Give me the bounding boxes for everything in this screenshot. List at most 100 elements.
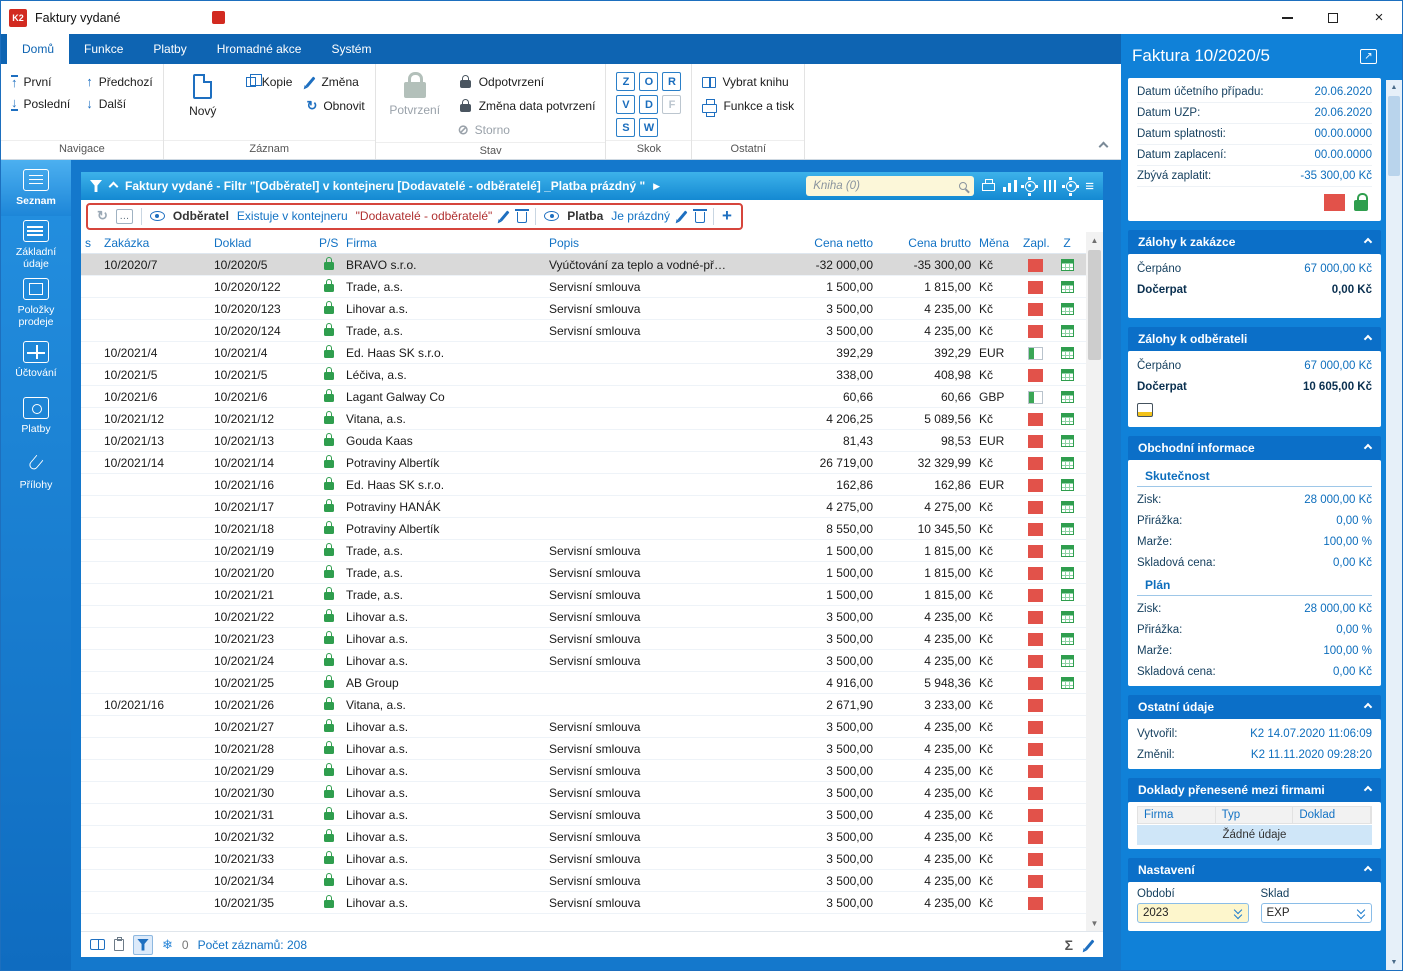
invoice-row[interactable]: 10/2021/6 10/2021/6 Lagant Galway Co 60,66 6… xyxy=(81,386,1086,408)
functions-print-button[interactable]: Funkce a tisk xyxy=(702,96,794,117)
jump-key-D[interactable]: D xyxy=(639,95,659,114)
invoice-row[interactable]: 10/2021/30 Lihovar a.s. Servisní smlouva 3 … xyxy=(81,782,1086,804)
invoice-row[interactable]: 10/2021/20 Trade, a.s. Servisní smlouva 1 5… xyxy=(81,562,1086,584)
select-book-button[interactable]: Vybrat knihu xyxy=(702,72,794,92)
invoice-row[interactable]: 10/2020/7 10/2020/5 BRAVO s.r.o. Vyúčtování… xyxy=(81,254,1086,276)
detail-panel-scrollbar[interactable]: ▲ ▼ xyxy=(1386,34,1402,970)
ribbon-collapse-button[interactable] xyxy=(1098,139,1109,153)
invoice-row[interactable]: 10/2021/4 10/2021/4 Ed. Haas SK s.r.o. 392,… xyxy=(81,342,1086,364)
scroll-up-icon[interactable]: ▲ xyxy=(1086,232,1103,248)
last-button[interactable]: ↓ Poslední xyxy=(11,94,70,114)
invoice-row[interactable]: 10/2021/5 10/2021/5 Léčiva, a.s. 338,00 408,… xyxy=(81,364,1086,386)
close-button[interactable]: × xyxy=(1356,1,1402,34)
ribbon-tab-systém[interactable]: Systém xyxy=(316,34,386,64)
ribbon-tab-funkce[interactable]: Funkce xyxy=(69,34,138,64)
section-header-obchodni[interactable]: Obchodní informace xyxy=(1128,436,1381,460)
jump-key-Z[interactable]: Z xyxy=(616,72,636,91)
invoice-row[interactable]: 10/2021/16 Ed. Haas SK s.r.o. 162,86 162,86… xyxy=(81,474,1086,496)
refresh-button[interactable]: ↻ Obnovit xyxy=(306,96,364,116)
section-header-nastaveni[interactable]: Nastavení xyxy=(1128,858,1381,882)
invoice-row[interactable]: 10/2021/32 Lihovar a.s. Servisní smlouva 3 … xyxy=(81,826,1086,848)
edit-icon[interactable] xyxy=(1084,938,1095,951)
expand-filter-arrow[interactable]: ▶ xyxy=(653,181,660,192)
ribbon-tab-hromadné-akce[interactable]: Hromadné akce xyxy=(202,34,317,64)
section-header-zalohy-zakazka[interactable]: Zálohy k zakázce xyxy=(1128,230,1381,254)
condition-refresh-icon[interactable]: ↻ xyxy=(97,208,108,224)
eye-icon[interactable] xyxy=(149,210,165,222)
invoice-row[interactable]: 10/2021/21 Trade, a.s. Servisní smlouva 1 5… xyxy=(81,584,1086,606)
scroll-thumb[interactable] xyxy=(1088,250,1101,360)
sidebar-item-platby[interactable]: Platby xyxy=(1,388,71,444)
settings-gear-icon[interactable] xyxy=(1066,176,1078,192)
delete-condition2-icon[interactable] xyxy=(692,209,707,223)
column-header-netto[interactable]: Cena netto xyxy=(732,236,877,250)
invoice-row[interactable]: 10/2021/31 Lihovar a.s. Servisní smlouva 3 … xyxy=(81,804,1086,826)
column-header-popis[interactable]: Popis xyxy=(545,236,732,250)
ribbon-tab-platby[interactable]: Platby xyxy=(138,34,201,64)
copy-button[interactable]: Kopie xyxy=(245,72,292,92)
invoice-row[interactable]: 10/2021/27 Lihovar a.s. Servisní smlouva 3 … xyxy=(81,716,1086,738)
invoice-row[interactable]: 10/2021/33 Lihovar a.s. Servisní smlouva 3 … xyxy=(81,848,1086,870)
invoice-row[interactable]: 10/2020/124 Trade, a.s. Servisní smlouva 3 … xyxy=(81,320,1086,342)
invoice-row[interactable]: 10/2021/29 Lihovar a.s. Servisní smlouva 3 … xyxy=(81,760,1086,782)
open-book-icon[interactable] xyxy=(90,939,105,950)
invoice-row[interactable]: 10/2021/14 10/2021/14 Potraviny Albertík 26… xyxy=(81,452,1086,474)
eye-icon[interactable] xyxy=(544,210,560,222)
warehouse-select[interactable]: EXP xyxy=(1260,903,1372,923)
jump-key-O[interactable]: O xyxy=(639,72,659,91)
column-header-s[interactable]: s xyxy=(81,236,100,250)
columns-icon[interactable] xyxy=(1044,180,1059,192)
collapse-filter-icon[interactable] xyxy=(108,181,119,191)
maximize-button[interactable] xyxy=(1310,1,1356,34)
sidebar-item-přílohy[interactable]: Přílohy xyxy=(1,444,71,500)
column-header-zakazka[interactable]: Zakázka xyxy=(100,236,210,250)
delete-condition1-icon[interactable] xyxy=(515,209,530,223)
panel-scroll-down-icon[interactable]: ▼ xyxy=(1391,955,1398,970)
panel-scroll-up-icon[interactable]: ▲ xyxy=(1391,80,1398,95)
clipboard-icon[interactable] xyxy=(114,936,124,951)
invoice-row[interactable]: 10/2021/13 10/2021/13 Gouda Kaas 81,43 98,53… xyxy=(81,430,1086,452)
book-filter-input[interactable]: Kniha (0) xyxy=(806,176,975,196)
minimize-button[interactable] xyxy=(1264,1,1310,34)
active-filter-toggle[interactable] xyxy=(133,934,153,955)
next-button[interactable]: ↓ Další xyxy=(86,94,153,114)
jump-key-W[interactable]: W xyxy=(639,118,659,137)
column-header-doklad[interactable]: Doklad xyxy=(210,236,315,250)
table-scrollbar[interactable]: ▲ ▼ xyxy=(1086,232,1103,931)
condition-more-button[interactable]: … xyxy=(115,208,133,224)
invoice-row[interactable]: 10/2020/123 Lihovar a.s. Servisní smlouva 3… xyxy=(81,298,1086,320)
sum-icon[interactable]: Σ xyxy=(1065,937,1073,953)
invoice-row[interactable]: 10/2021/23 Lihovar a.s. Servisní smlouva 3 … xyxy=(81,628,1086,650)
sidebar-item-položky-prodeje[interactable]: Položky prodeje xyxy=(1,274,71,332)
invoice-row[interactable]: 10/2021/12 10/2021/12 Vitana, a.s. 4 206,25… xyxy=(81,408,1086,430)
scroll-down-icon[interactable]: ▼ xyxy=(1086,915,1103,931)
invoice-row[interactable]: 10/2021/17 Potraviny HANÁK 4 275,00 4 275,0… xyxy=(81,496,1086,518)
invoice-row[interactable]: 10/2021/24 Lihovar a.s. Servisní smlouva 3 … xyxy=(81,650,1086,672)
sidebar-item-základní-údaje[interactable]: Základní údaje xyxy=(1,216,71,274)
invoice-row[interactable]: 10/2021/28 Lihovar a.s. Servisní smlouva 3 … xyxy=(81,738,1086,760)
jump-key-R[interactable]: R xyxy=(662,72,682,91)
change-confirm-date-button[interactable]: Změna data potvrzení xyxy=(458,96,595,116)
panel-scroll-thumb[interactable] xyxy=(1388,96,1400,176)
edit-button[interactable]: Změna xyxy=(305,72,364,92)
tools-gear-icon[interactable] xyxy=(1025,176,1037,192)
invoice-row[interactable]: 10/2021/16 10/2021/26 Vitana, a.s. 2 671,90… xyxy=(81,694,1086,716)
invoice-row[interactable]: 10/2021/34 Lihovar a.s. Servisní smlouva 3 … xyxy=(81,870,1086,892)
invoice-row[interactable]: 10/2020/122 Trade, a.s. Servisní smlouva 1 … xyxy=(81,276,1086,298)
invoice-row[interactable]: 10/2021/22 Lihovar a.s. Servisní smlouva 3 … xyxy=(81,606,1086,628)
print-icon[interactable] xyxy=(982,179,996,191)
sidebar-item-účtování[interactable]: Účtování xyxy=(1,332,71,388)
section-header-doklady[interactable]: Doklady přenesené mezi firmami xyxy=(1128,778,1381,802)
invoice-row[interactable]: 10/2021/19 Trade, a.s. Servisní smlouva 1 5… xyxy=(81,540,1086,562)
column-header-z[interactable]: Z xyxy=(1052,236,1082,250)
jump-key-S[interactable]: S xyxy=(616,118,636,137)
ribbon-tab-domů[interactable]: Domů xyxy=(7,34,70,64)
new-button[interactable]: Nový xyxy=(174,72,232,118)
column-header-mena[interactable]: Měna xyxy=(975,236,1019,250)
section-header-ostatni-udaje[interactable]: Ostatní údaje xyxy=(1128,695,1381,719)
period-select[interactable]: 2023 xyxy=(1137,903,1249,923)
unconfirm-button[interactable]: Odpotvrzení xyxy=(458,72,596,92)
column-header-brutto[interactable]: Cena brutto xyxy=(877,236,975,250)
column-header-zapl[interactable]: Zapl. xyxy=(1019,236,1052,250)
edit-condition2-icon[interactable] xyxy=(677,210,688,222)
